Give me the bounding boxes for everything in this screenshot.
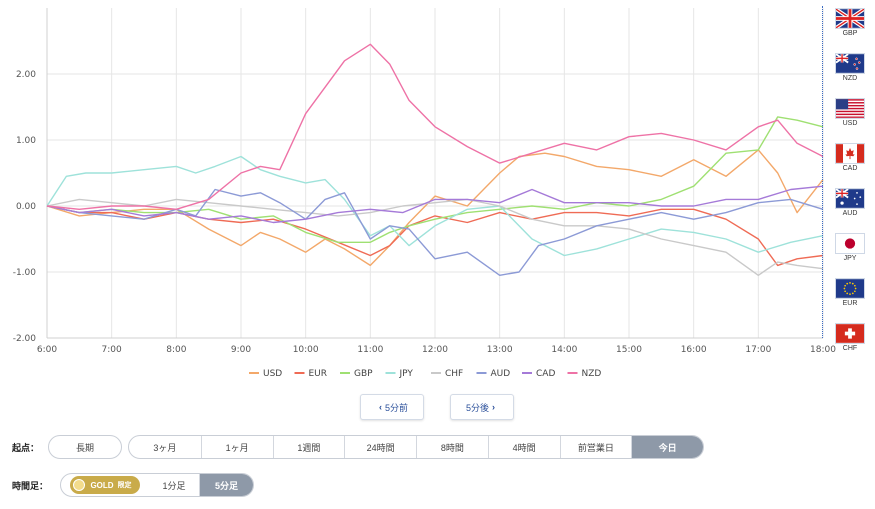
flag-item-gbp[interactable]: GBP [834, 8, 866, 37]
chevron-right-icon: › [492, 402, 495, 412]
gold-badge: GOLD 限定 [70, 476, 140, 494]
flag-code: JPY [843, 255, 857, 262]
nz-flag-icon [835, 53, 865, 74]
flag-item-aud[interactable]: AUD [834, 188, 866, 217]
y-axis-ticks: 2.00 1.00 0.00 -1.00 -2.00 [13, 70, 37, 344]
prev-5min-label: 5分前 [384, 402, 408, 413]
flag-item-chf[interactable]: CHF [834, 323, 866, 352]
y-tick-label: -2.00 [13, 334, 37, 344]
flag-code: NZD [842, 75, 858, 82]
chevron-left-icon: ‹ [378, 402, 382, 412]
x-tick-label: 8:00 [166, 345, 186, 355]
timeframe-option-1min[interactable]: 1分足 [149, 474, 199, 496]
origin-option-4hours[interactable]: 4時間 [487, 436, 560, 458]
flag-item-nzd[interactable]: NZD [834, 53, 866, 82]
swiss-flag-icon [835, 323, 865, 344]
x-tick-label: 14:00 [551, 345, 577, 355]
legend-label-jpy: JPY [399, 369, 414, 379]
legend-label-chf: CHF [445, 369, 463, 379]
origin-option-today[interactable]: 今日 [631, 436, 703, 458]
x-axis-ticks: 6:00 7:00 8:00 9:00 10:00 11:00 12:00 13:00 14:0… [37, 345, 836, 355]
x-tick-label: 18:00 [810, 345, 836, 355]
x-tick-label: 15:00 [616, 345, 642, 355]
x-tick-label: 7:00 [102, 345, 122, 355]
flag-item-eur[interactable]: EUR [834, 278, 866, 307]
flag-code: USD [842, 120, 858, 127]
prev-5min-button[interactable]: ‹ 5分前 [360, 394, 424, 420]
x-tick-label: 12:00 [422, 345, 448, 355]
y-tick-label: 2.00 [16, 70, 36, 80]
origin-option-24hours[interactable]: 24時間 [344, 436, 416, 458]
origin-option-1week[interactable]: 1週間 [272, 436, 345, 458]
flag-item-jpy[interactable]: JPY [834, 233, 866, 262]
legend-label-gbp: GBP [354, 369, 373, 379]
flag-code: AUD [842, 210, 858, 217]
flag-code: EUR [842, 300, 858, 307]
x-tick-label: 6:00 [37, 345, 57, 355]
y-tick-label: -1.00 [13, 268, 37, 278]
origin-option-8hours[interactable]: 8時間 [416, 436, 488, 458]
gold-badge-text: GOLD [90, 480, 114, 490]
x-tick-label: 16:00 [681, 345, 707, 355]
currency-strength-chart: 2.00 1.00 0.00 -1.00 -2.00 6:00 7:00 8:00 9:00 1… [13, 8, 836, 379]
us-flag-icon [835, 98, 865, 119]
x-tick-label: 13:00 [487, 345, 513, 355]
eu-flag-icon [835, 278, 865, 299]
gold-badge-tag: 限定 [117, 482, 132, 489]
x-tick-label: 11:00 [357, 345, 383, 355]
flag-item-cad[interactable]: CAD [834, 143, 866, 172]
x-tick-label: 10:00 [293, 345, 319, 355]
origin-option-3months[interactable]: 3ヶ月 [129, 436, 201, 458]
x-tick-label: 9:00 [231, 345, 251, 355]
origin-option-prev-business-day[interactable]: 前営業日 [559, 436, 632, 458]
flag-code: CHF [842, 345, 858, 352]
origin-option-long-term[interactable]: 長期 [48, 435, 122, 459]
y-tick-label: 0.00 [16, 202, 36, 212]
australia-flag-icon [835, 188, 865, 209]
canada-flag-icon [835, 143, 865, 164]
legend-label-eur: EUR [309, 369, 328, 379]
flag-item-usd[interactable]: USD [834, 98, 866, 127]
origin-segmented-control: 3ヶ月 1ヶ月 1週間 24時間 8時間 4時間 前営業日 今日 [128, 435, 704, 459]
gold-coin-icon [73, 479, 86, 491]
next-5min-button[interactable]: 5分後 › [450, 394, 514, 420]
uk-flag-icon [835, 8, 865, 29]
legend-label-aud: AUD [491, 369, 511, 379]
legend-label-usd: USD [263, 369, 282, 379]
origin-label: 起点： [12, 443, 40, 453]
chart-legend: USD EUR GBP JPY CHF AUD CAD NZD [249, 369, 601, 379]
flag-code: GBP [842, 30, 858, 37]
timeframe-option-5min[interactable]: 5分足 [199, 474, 253, 496]
timeframe-label: 時間足： [12, 481, 49, 491]
japan-flag-icon [835, 233, 865, 254]
legend-label-nzd: NZD [582, 369, 602, 379]
flag-code: CAD [842, 165, 858, 172]
next-5min-label: 5分後 [465, 402, 489, 413]
legend-label-cad: CAD [536, 369, 555, 379]
flags-divider [822, 6, 823, 338]
timeframe-segmented-control: GOLD 限定 1分足 5分足 [60, 473, 254, 497]
y-tick-label: 1.00 [16, 136, 36, 146]
origin-option-1month[interactable]: 1ヶ月 [200, 436, 273, 458]
gold-limited-badge: GOLD 限定 [61, 474, 149, 496]
x-tick-label: 17:00 [745, 345, 771, 355]
